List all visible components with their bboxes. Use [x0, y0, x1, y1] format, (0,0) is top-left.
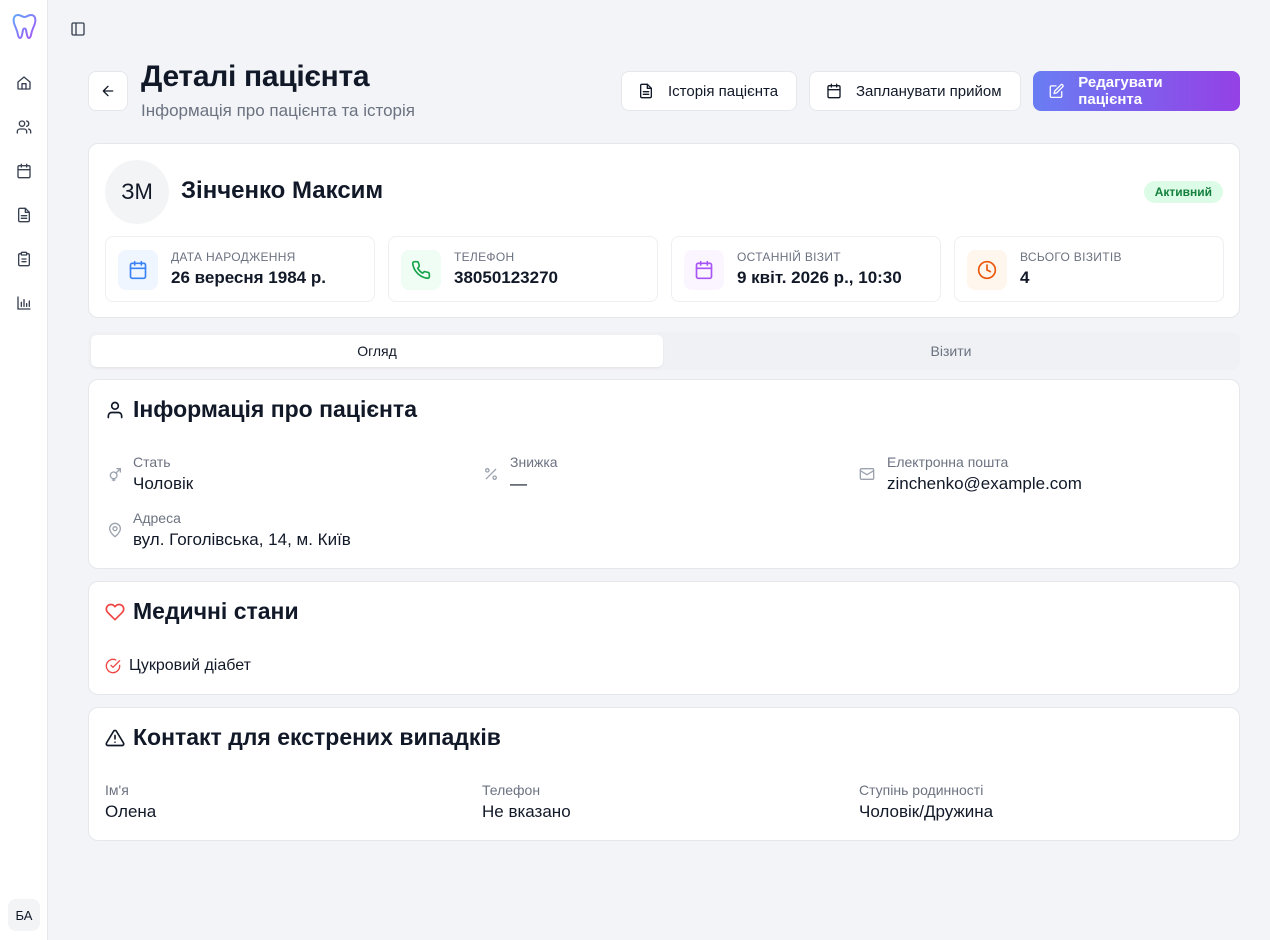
emergency-contact-card: Контакт для екстрених випадків Ім'я Олен…	[88, 707, 1240, 841]
section-title-text: Медичні стани	[133, 598, 299, 624]
stat-icon-box	[684, 250, 724, 290]
stat-icon-box	[401, 250, 441, 290]
sidebar-item-documents[interactable]	[14, 205, 34, 225]
stat-label: ТЕЛЕФОН	[454, 250, 515, 264]
user-avatar[interactable]: БА	[8, 899, 40, 931]
edit-patient-label: Редагувати пацієнта	[1078, 74, 1163, 108]
status-badge: Активний	[1143, 181, 1223, 203]
tab-overview[interactable]: Огляд	[91, 335, 663, 367]
calendar-icon	[129, 260, 147, 280]
sidebar-item-patients[interactable]	[14, 117, 34, 137]
stat-label: ДАТА НАРОДЖЕННЯ	[171, 250, 296, 264]
stat-label: ОСТАННІЙ ВІЗИТ	[737, 250, 841, 264]
section-title: Контакт для екстрених випадків	[105, 724, 501, 751]
contact-phone-value: Не вказано	[482, 802, 571, 821]
contact-name-label: Ім'я	[105, 782, 129, 798]
phone-icon	[411, 260, 431, 280]
discount-field: Знижка —	[510, 454, 558, 494]
clock-icon	[977, 260, 997, 280]
tab-visits[interactable]: Візити	[665, 335, 1237, 367]
alert-triangle-icon	[105, 729, 125, 746]
section-title-text: Інформація про пацієнта	[133, 396, 417, 422]
percent-icon	[483, 466, 499, 482]
home-icon	[17, 76, 31, 90]
section-title: Інформація про пацієнта	[105, 396, 417, 423]
stat-birth-date: ДАТА НАРОДЖЕННЯ 26 вересня 1984 р.	[105, 236, 375, 302]
medical-conditions-card: Медичні стани Цукровий діабет	[88, 581, 1240, 695]
mail-icon	[859, 466, 875, 482]
address-label: Адреса	[133, 510, 181, 526]
edit-icon	[1049, 83, 1064, 99]
user-icon	[107, 401, 123, 418]
condition-item: Цукровий діабет	[105, 657, 251, 675]
stat-value: 4	[1020, 268, 1030, 287]
gender-value: Чоловік	[133, 474, 194, 493]
gender-icon	[107, 466, 123, 482]
sidebar-toggle-button[interactable]	[68, 19, 88, 39]
page-title: Деталі пацієнта	[141, 60, 370, 93]
stat-total-visits: ВСЬОГО ВІЗИТІВ 4	[954, 236, 1224, 302]
sidebar-item-clipboard[interactable]	[14, 249, 34, 269]
section-title: Медичні стани	[105, 598, 299, 625]
calendar-icon	[17, 163, 31, 179]
email-value: zinchenko@example.com	[887, 474, 1082, 493]
arrow-left-icon	[102, 85, 114, 97]
condition-label: Цукровий діабет	[129, 657, 251, 674]
stat-phone: ТЕЛЕФОН 38050123270	[388, 236, 658, 302]
calendar-icon	[827, 83, 841, 99]
sidebar-item-reports[interactable]	[14, 293, 34, 313]
calendar-icon	[695, 260, 713, 280]
check-circle-icon	[105, 658, 121, 674]
schedule-appointment-label: Запланувати прийом	[856, 82, 1002, 100]
address-value: вул. Гоголівська, 14, м. Київ	[133, 530, 351, 549]
page-subtitle: Інформація про пацієнта та історія	[141, 101, 415, 120]
stat-label: ВСЬОГО ВІЗИТІВ	[1020, 250, 1122, 264]
contact-name-value: Олена	[105, 802, 157, 821]
patient-history-button[interactable]: Історія пацієнта	[621, 71, 797, 111]
contact-name-field: Ім'я Олена	[105, 782, 156, 822]
clipboard-icon	[18, 251, 30, 267]
edit-patient-button[interactable]: Редагувати пацієнта	[1033, 71, 1240, 111]
contact-relation-label: Ступінь родинності	[859, 782, 984, 798]
email-field: Електронна пошта zinchenko@example.com	[887, 454, 1082, 494]
patient-name: Зінченко Максим	[181, 177, 384, 204]
gender-field: Стать Чоловік	[133, 454, 193, 494]
panel-left-icon	[71, 22, 85, 36]
stat-value: 38050123270	[454, 268, 559, 287]
heart-icon	[105, 603, 125, 620]
stat-last-visit: ОСТАННІЙ ВІЗИТ 9 квіт. 2026 р., 10:30	[671, 236, 941, 302]
contact-phone-field: Телефон Не вказано	[482, 782, 571, 822]
schedule-appointment-button[interactable]: Запланувати прийом	[809, 71, 1021, 111]
patient-avatar: ЗМ	[105, 160, 169, 224]
tooth-logo-icon[interactable]	[12, 13, 37, 41]
sidebar-item-home[interactable]	[14, 73, 34, 93]
discount-label: Знижка	[510, 454, 558, 470]
email-label: Електронна пошта	[887, 454, 1009, 470]
contact-relation-value: Чоловік/Дружина	[859, 802, 994, 821]
stat-value: 9 квіт. 2026 р., 10:30	[737, 268, 902, 287]
discount-value: —	[510, 474, 527, 493]
sidebar: БА	[0, 0, 48, 940]
sidebar-item-calendar[interactable]	[14, 161, 34, 181]
section-title-text: Контакт для екстрених випадків	[133, 724, 501, 750]
stat-icon-box	[118, 250, 158, 290]
patient-info-card: Інформація про пацієнта Стать Чоловік Зн…	[88, 379, 1240, 569]
patient-history-label: Історія пацієнта	[668, 82, 779, 100]
bar-chart-icon	[17, 296, 31, 310]
tabs: Огляд Візити	[88, 332, 1240, 370]
users-icon	[16, 120, 32, 134]
gender-label: Стать	[133, 454, 171, 470]
back-button[interactable]	[88, 71, 128, 111]
map-pin-icon	[107, 522, 123, 538]
patient-summary-card: ЗМ Зінченко Максим Активний ДАТА НАРОДЖЕ…	[88, 143, 1240, 318]
stat-value: 26 вересня 1984 р.	[171, 268, 326, 287]
document-icon	[18, 207, 30, 223]
contact-phone-label: Телефон	[482, 782, 541, 798]
document-icon	[640, 83, 652, 99]
contact-relation-field: Ступінь родинності Чоловік/Дружина	[859, 782, 993, 822]
address-field: Адреса вул. Гоголівська, 14, м. Київ	[133, 510, 351, 550]
stat-icon-box	[967, 250, 1007, 290]
